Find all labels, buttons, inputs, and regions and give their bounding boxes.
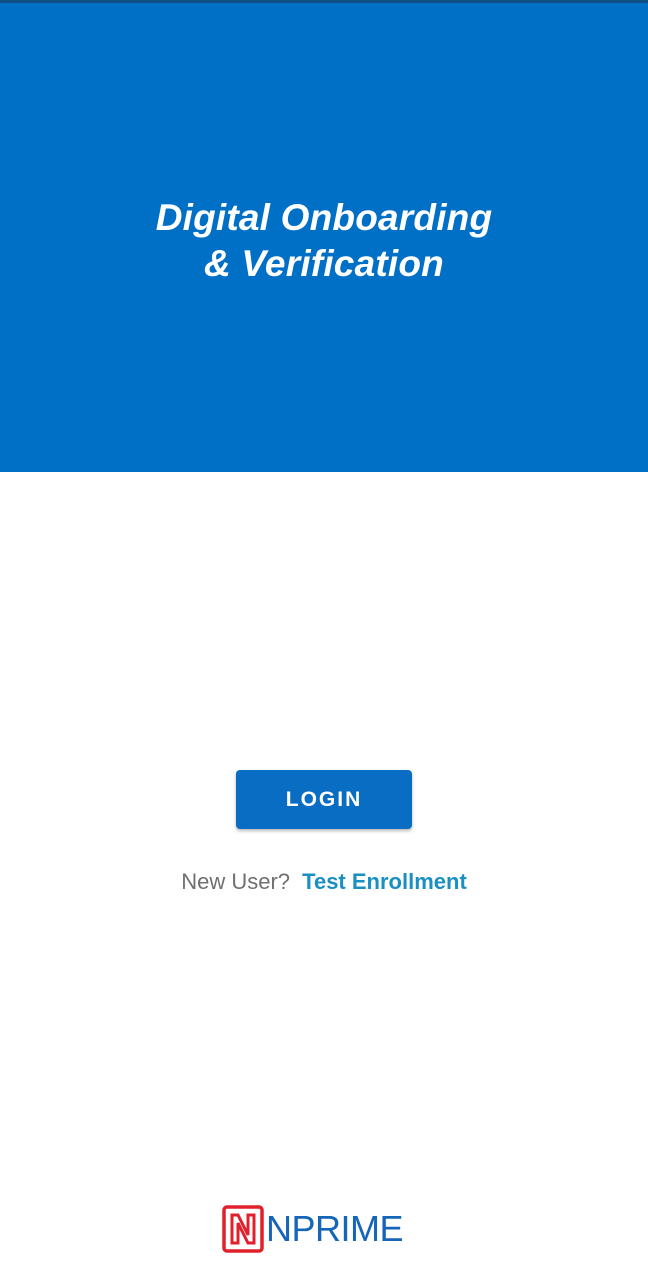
hero-banner: Digital Onboarding & Verification bbox=[0, 3, 648, 472]
login-button[interactable]: LOGIN bbox=[236, 770, 412, 829]
hero-title-line-1: Digital Onboarding bbox=[155, 197, 493, 238]
hero-title-line-2: & Verification bbox=[204, 243, 444, 284]
logo-wordmark: NPRIME bbox=[266, 1208, 404, 1249]
app-screen: Digital Onboarding & Verification LOGIN … bbox=[0, 0, 648, 1280]
nprime-logo: NPRIME bbox=[222, 1205, 428, 1253]
nprime-n-logo-icon bbox=[222, 1205, 264, 1253]
hero-title: Digital Onboarding & Verification bbox=[0, 195, 648, 287]
test-enrollment-link[interactable]: Test Enrollment bbox=[302, 869, 467, 894]
new-user-label: New User? bbox=[181, 869, 291, 894]
enrollment-row: New User? Test Enrollment bbox=[0, 866, 648, 898]
